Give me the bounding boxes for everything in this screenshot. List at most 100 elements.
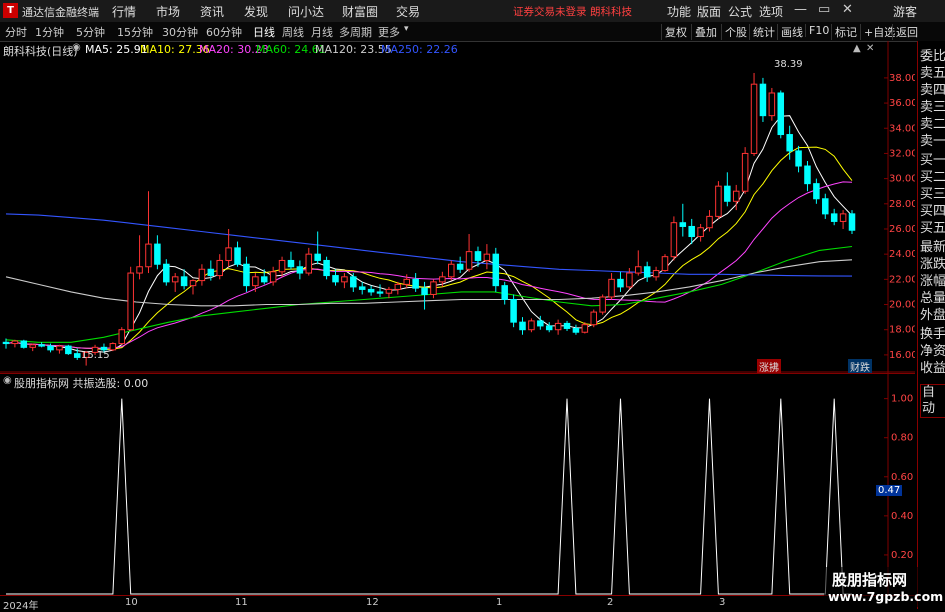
y-tick-label: 26.00 (889, 224, 915, 235)
menu-item-shichang[interactable]: 市场 (156, 3, 180, 20)
indicator-current-value: 0.47 (876, 485, 903, 496)
watermark-url: www.7gpzb.com (828, 589, 944, 604)
candle-body (234, 247, 241, 265)
candle-body (830, 213, 838, 222)
period-daily[interactable]: 日线 (253, 24, 275, 40)
low-price-label: 15.15 (81, 350, 110, 361)
menu-item-wenxiaoda[interactable]: 问小达 (288, 3, 324, 20)
candle-body (465, 251, 473, 270)
tool-gegu[interactable]: 个股 (721, 24, 747, 40)
tool-f10[interactable]: F10 (805, 24, 829, 37)
menu-item-faxian[interactable]: 发现 (244, 3, 268, 20)
candle-body (456, 263, 464, 270)
sub-y-tick-label: 0.40 (891, 511, 913, 522)
collapse-icon[interactable]: ▲ (853, 43, 861, 54)
candle-body (252, 276, 259, 287)
candle-body (189, 280, 197, 287)
app-logo: T (3, 3, 18, 18)
kline-chart[interactable]: 16.00 18.00 20.00 22.00 24.00 26.00 28.00 30.00… (0, 41, 915, 373)
period-more[interactable]: 更多 (378, 24, 400, 40)
period-multi[interactable]: 多周期 (339, 24, 372, 40)
period-5min[interactable]: 5分钟 (76, 24, 105, 40)
side-label-buy2[interactable]: 买二 (920, 170, 945, 186)
period-1min[interactable]: 1分钟 (35, 24, 64, 40)
ma-settings-icon[interactable]: ◉ (72, 42, 81, 53)
period-weekly[interactable]: 周线 (282, 24, 304, 40)
side-label-latest[interactable]: 最新 (920, 240, 945, 256)
more-chevron-icon[interactable]: ▾ (404, 24, 409, 34)
side-label-sell3[interactable]: 卖三 (920, 100, 945, 116)
x-tick: 11 (235, 597, 248, 608)
side-label-buy3[interactable]: 买三 (920, 187, 945, 203)
menu-item-banmian[interactable]: 版面 (697, 3, 721, 20)
side-label-buy4[interactable]: 买四 (920, 204, 945, 220)
tool-huaxian[interactable]: 画线 (777, 24, 803, 40)
candle-body (448, 263, 455, 278)
candle-body (243, 263, 250, 287)
period-60min[interactable]: 60分钟 (206, 24, 242, 40)
side-label-weibi[interactable]: 委比 (920, 49, 945, 65)
menu-item-caifuquan[interactable]: 财富圈 (342, 3, 378, 20)
side-label-sell4[interactable]: 卖四 (920, 83, 945, 99)
minimize-icon[interactable]: — (794, 2, 807, 17)
candle-body (545, 325, 553, 331)
candle-body (56, 345, 63, 351)
candle-body (617, 278, 624, 288)
tool-diejia[interactable]: 叠加 (691, 24, 717, 40)
candle-body (697, 227, 704, 238)
candle-body (269, 271, 277, 283)
close-panel-icon[interactable]: ✕ (866, 43, 874, 54)
watermark: 股朋指标网 www.7gpzb.com (824, 567, 944, 607)
tool-fanhui[interactable]: 返回 (892, 24, 918, 40)
candle-body (635, 266, 642, 274)
candle-body (599, 296, 606, 313)
side-label-volume[interactable]: 总量 (920, 291, 945, 307)
period-15min[interactable]: 15分钟 (117, 24, 153, 40)
side-label-buy5[interactable]: 买五 (920, 221, 945, 237)
date-axis: 2024年 10 11 12 1 2 3 (0, 595, 915, 612)
side-label-net-asset[interactable]: 净资 (920, 344, 945, 360)
period-monthly[interactable]: 月线 (311, 24, 333, 40)
x-tick: 2 (607, 597, 614, 608)
y-tick-label: 36.00 (889, 98, 915, 109)
candle-body (528, 320, 535, 331)
candle-body (519, 321, 526, 331)
menu-item-xuanxiang[interactable]: 选项 (759, 3, 783, 20)
side-label-change-pct[interactable]: 涨幅 (920, 274, 945, 290)
period-fenshi[interactable]: 分时 (5, 24, 27, 40)
menu-item-gongneng[interactable]: 功能 (667, 3, 691, 20)
close-icon[interactable]: ✕ (842, 2, 853, 17)
side-label-outer[interactable]: 外盘 (920, 308, 945, 324)
menu-item-gongshi[interactable]: 公式 (728, 3, 752, 20)
indicator-settings-icon[interactable]: ◉ (3, 375, 12, 386)
period-30min[interactable]: 30分钟 (162, 24, 198, 40)
side-label-buy1[interactable]: 买一 (920, 153, 945, 169)
side-label-sell5[interactable]: 卖五 (920, 66, 945, 82)
menu-item-zixun[interactable]: 资讯 (200, 3, 224, 20)
tool-biaoji[interactable]: 标记 (831, 24, 857, 40)
zhangtu-badge[interactable]: 涨拂 (757, 359, 781, 374)
side-label-eps[interactable]: 收益 (920, 361, 945, 377)
candle-body (225, 247, 232, 261)
caie-badge[interactable]: 财跌 (848, 359, 872, 374)
indicator-chart[interactable]: 0.20 0.40 0.60 0.80 1.00 (0, 373, 915, 595)
candle-body (652, 270, 660, 278)
side-label-turnover[interactable]: 换手 (920, 327, 945, 343)
guest-label[interactable]: 游客 (893, 3, 917, 20)
menu-item-hangqing[interactable]: 行情 (112, 3, 136, 20)
watermark-title: 股朋指标网 (832, 571, 908, 589)
restore-icon[interactable]: ▭ (818, 2, 830, 17)
menu-item-jiaoyi[interactable]: 交易 (396, 3, 420, 20)
side-label-sell2[interactable]: 卖二 (920, 117, 945, 133)
quote-side-panel: 委比 卖五 卖四 卖三 卖二 卖一 买一 买二 买三 买四 买五 最新 涨跌 涨… (917, 41, 945, 609)
login-status[interactable]: 证券交易未登录 (513, 4, 587, 19)
candle-body (65, 345, 72, 355)
candle-body (688, 225, 695, 238)
tool-tongji[interactable]: 统计 (749, 24, 775, 40)
candle-body (198, 268, 206, 282)
auto-button[interactable]: 自动 (920, 384, 945, 418)
tool-zixuan[interactable]: +自选 (860, 24, 895, 40)
side-label-change[interactable]: 涨跌 (920, 257, 945, 273)
side-label-sell1[interactable]: 卖一 (920, 134, 945, 150)
tool-fuquan[interactable]: 复权 (661, 24, 687, 40)
